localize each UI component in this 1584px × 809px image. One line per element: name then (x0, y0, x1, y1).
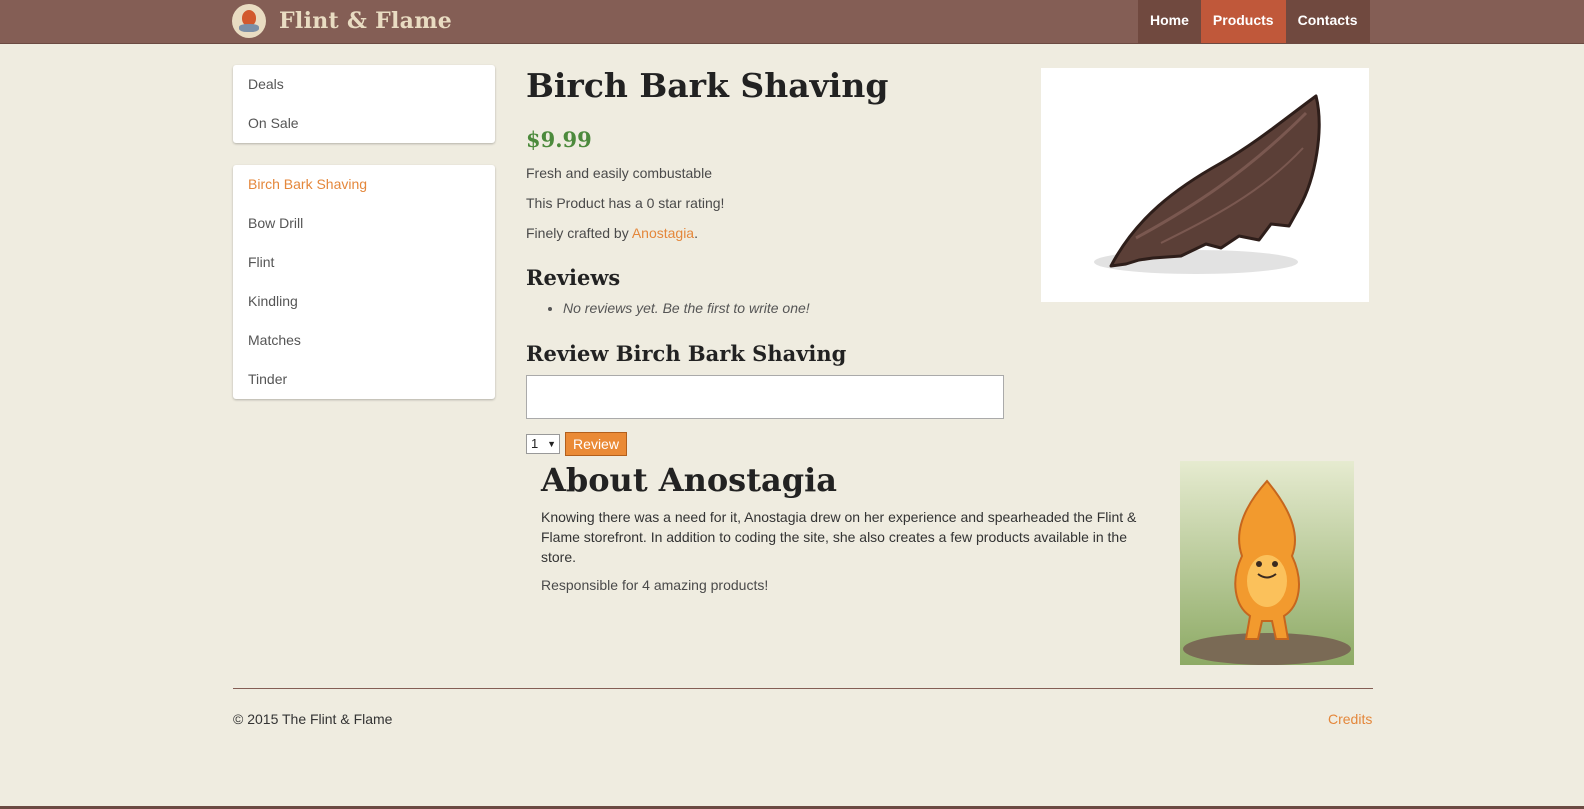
sidebar-products-panel: Birch Bark Shaving Bow Drill Flint Kindl… (233, 165, 495, 399)
sidebar-item-tinder[interactable]: Tinder (233, 360, 495, 399)
crafted-suffix: . (694, 225, 698, 241)
product-rating: This Product has a 0 star rating! (526, 195, 725, 211)
review-item: No reviews yet. Be the first to write on… (563, 300, 810, 316)
about-author-heading: About Anostagia (541, 461, 837, 499)
chevron-down-icon: ▼ (547, 439, 556, 449)
author-flame-character-image (1180, 461, 1354, 665)
footer-divider (233, 688, 1373, 689)
sidebar-item-matches[interactable]: Matches (233, 321, 495, 360)
sidebar-item-deals[interactable]: Deals (233, 65, 495, 104)
product-crafted-by: Finely crafted by Anostagia. (526, 225, 698, 241)
footer-credits-link[interactable]: Credits (1328, 711, 1372, 727)
rating-select-value: 1 (531, 436, 539, 451)
product-description: Fresh and easily combustable (526, 165, 712, 181)
review-textarea[interactable] (526, 375, 1004, 419)
review-form-heading: Review Birch Bark Shaving (526, 341, 847, 366)
crafted-prefix: Finely crafted by (526, 225, 632, 241)
author-products-count: Responsible for 4 amazing products! (541, 577, 769, 593)
reviews-heading: Reviews (526, 265, 621, 290)
flame-logo-icon (232, 4, 266, 38)
top-navbar: Flint & Flame Home Products Contacts (0, 0, 1584, 44)
main-nav: Home Products Contacts (1138, 0, 1370, 43)
brand-name[interactable]: Flint & Flame (279, 8, 452, 34)
birch-bark-shaving-image (1041, 68, 1369, 302)
footer-copyright: © 2015 The Flint & Flame (233, 711, 393, 727)
nav-contacts[interactable]: Contacts (1285, 0, 1370, 43)
sidebar-item-on-sale[interactable]: On Sale (233, 104, 495, 143)
brand[interactable]: Flint & Flame (232, 3, 452, 39)
rating-select[interactable]: 1 ▼ (526, 434, 560, 454)
nav-home[interactable]: Home (1138, 0, 1201, 43)
review-submit-button[interactable]: Review (565, 432, 627, 456)
product-title: Birch Bark Shaving (526, 66, 889, 105)
sidebar-item-flint[interactable]: Flint (233, 243, 495, 282)
author-bio: Knowing there was a need for it, Anostag… (541, 509, 1137, 565)
sidebar-item-bow-drill[interactable]: Bow Drill (233, 204, 495, 243)
sidebar-item-kindling[interactable]: Kindling (233, 282, 495, 321)
author-link[interactable]: Anostagia (632, 225, 694, 241)
sidebar-item-birch-bark-shaving[interactable]: Birch Bark Shaving (233, 165, 495, 204)
reviews-list: No reviews yet. Be the first to write on… (545, 300, 810, 316)
sidebar-deals-panel: Deals On Sale (233, 65, 495, 143)
product-price: $9.99 (526, 127, 592, 152)
nav-products[interactable]: Products (1200, 0, 1286, 43)
